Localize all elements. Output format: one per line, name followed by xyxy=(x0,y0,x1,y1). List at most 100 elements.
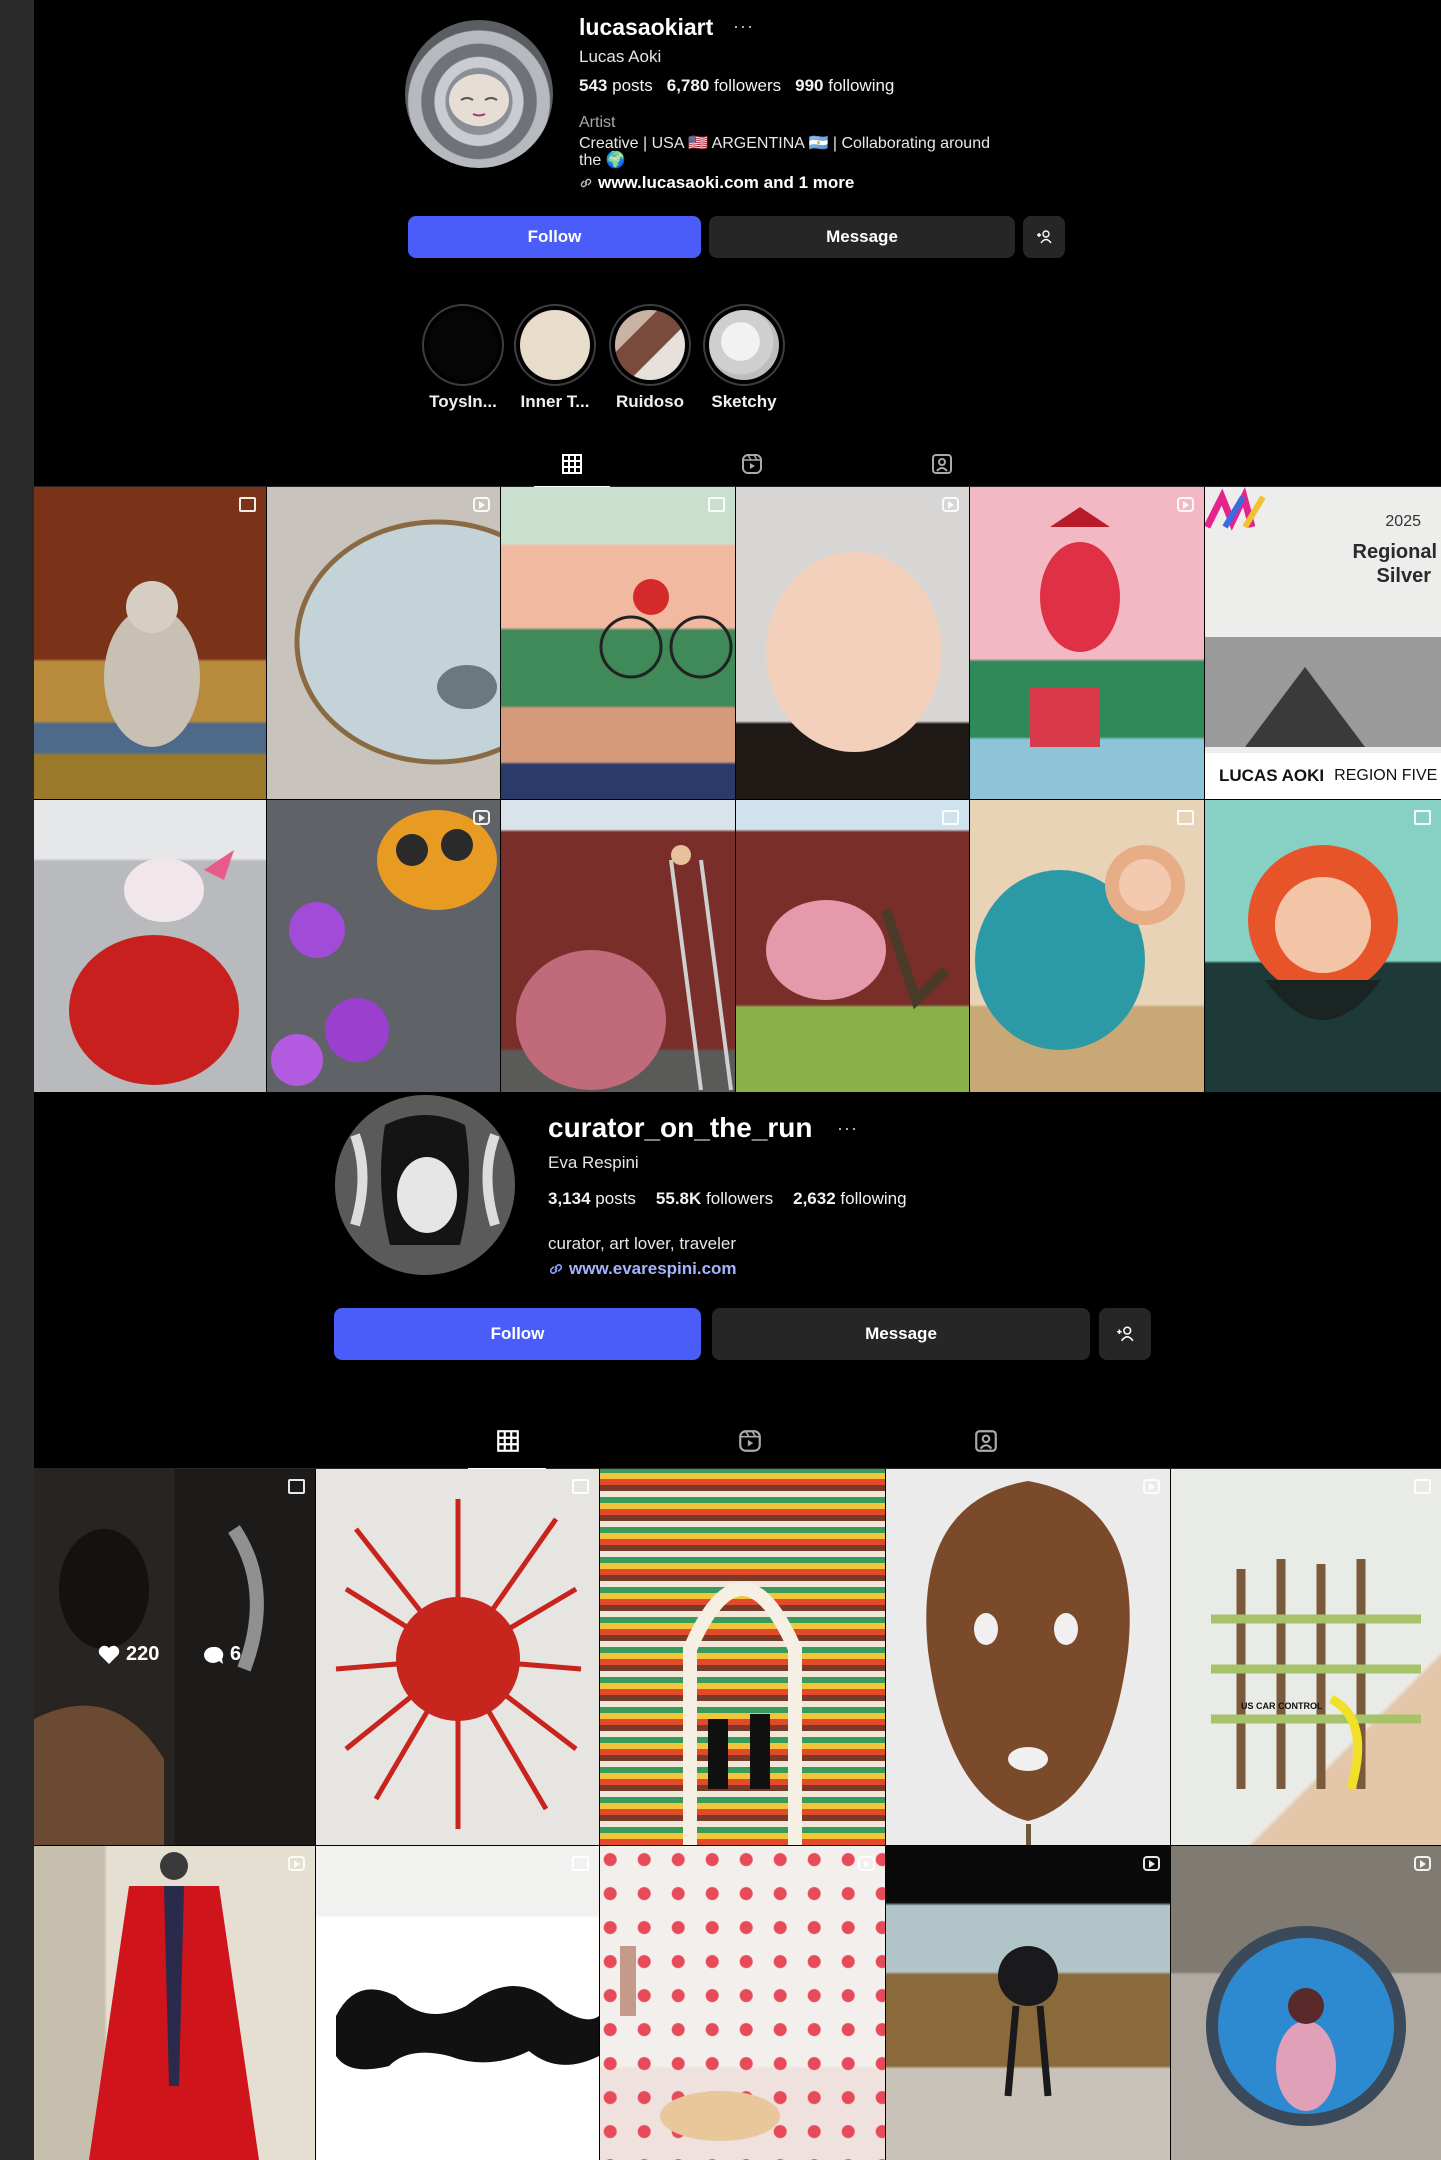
tile-artwork xyxy=(975,845,1185,1050)
more-options-icon[interactable]: ··· xyxy=(733,16,754,37)
comments-overlay: 6 xyxy=(202,1643,241,1666)
profile-stats: 543 posts 6,780 followers 990 following xyxy=(579,76,894,96)
tile-award-region-five[interactable]: 2025 Regional Silver LUCAS AOKI REGION F… xyxy=(1205,487,1441,799)
tile-sculpture-forest[interactable] xyxy=(34,487,266,799)
carousel-icon xyxy=(1177,810,1194,825)
tile-artwork xyxy=(104,581,200,747)
tab-reels[interactable] xyxy=(720,1414,780,1468)
profile-avatar[interactable] xyxy=(335,1095,515,1275)
follow-button[interactable]: Follow xyxy=(408,216,701,258)
tile-artwork xyxy=(620,1946,780,2141)
tile-sphere-sculpture[interactable] xyxy=(886,1846,1170,2160)
carousel-icon xyxy=(708,497,725,512)
tile-round-portal[interactable] xyxy=(1171,1846,1441,2160)
reels-icon xyxy=(742,454,762,474)
tagged-icon xyxy=(932,454,952,474)
tile-woven-sticks[interactable]: US CAR CONTROL xyxy=(1171,1469,1441,1845)
likes-count: 220 xyxy=(126,1643,160,1665)
profile-link[interactable]: www.lucasaoki.com and 1 more xyxy=(579,173,854,193)
tile-mural-bee[interactable] xyxy=(267,800,500,1092)
following-count[interactable]: 990 following xyxy=(795,76,894,96)
tile-artwork xyxy=(294,519,500,765)
story-highlight-2[interactable]: Inner T... xyxy=(510,304,600,412)
carousel-icon xyxy=(572,1479,589,1494)
reel-icon xyxy=(858,1856,875,1871)
award-line-2: Silver xyxy=(1376,565,1431,587)
link-icon xyxy=(580,178,592,188)
carousel-icon xyxy=(1414,1479,1431,1494)
follow-button[interactable]: Follow xyxy=(334,1308,701,1360)
tagged-icon xyxy=(975,1430,997,1452)
left-edge-bar xyxy=(0,0,34,2160)
suggest-people-button[interactable] xyxy=(1099,1308,1151,1360)
tile-striped-room[interactable] xyxy=(600,1469,885,1845)
highlight-cover xyxy=(428,310,498,380)
tile-red-robe[interactable] xyxy=(34,1846,315,2160)
more-options-icon[interactable]: ··· xyxy=(837,1118,858,1139)
tab-reels[interactable] xyxy=(722,440,782,486)
tile-red-spike-mask[interactable] xyxy=(316,1469,599,1845)
tile-mural-barn-deer[interactable] xyxy=(736,800,969,1092)
followers-count[interactable]: 55.8K followers xyxy=(656,1189,773,1209)
profile-avatar[interactable] xyxy=(405,20,553,168)
highlight-label: Ruidoso xyxy=(616,392,684,411)
tile-mirror[interactable] xyxy=(267,487,500,799)
story-highlight-1[interactable]: ToysIn... xyxy=(418,304,508,412)
tab-posts[interactable] xyxy=(468,1414,546,1471)
tab-tagged[interactable] xyxy=(956,1414,1016,1468)
tile-polka-dot-room[interactable] xyxy=(600,1846,885,2160)
carousel-icon xyxy=(572,1856,589,1871)
tile-artwork xyxy=(766,552,942,752)
profile-link-text: www.lucasaoki.com and 1 more xyxy=(598,173,855,192)
highlight-label: Inner T... xyxy=(520,392,590,411)
tile-mural-barn-ladder[interactable] xyxy=(501,800,735,1092)
link-icon xyxy=(550,1264,562,1274)
add-person-icon xyxy=(1117,1326,1134,1342)
highlight-ring xyxy=(514,304,596,386)
profile-link[interactable]: www.evarespini.com xyxy=(548,1259,737,1279)
add-person-icon xyxy=(1037,230,1052,244)
award-footer: LUCAS AOKI REGION FIVE xyxy=(1205,753,1441,799)
highlight-label: ToysIn... xyxy=(429,392,497,411)
reel-icon xyxy=(473,497,490,512)
tile-painting-red-rider[interactable] xyxy=(970,487,1204,799)
profile-username: lucasaokiart xyxy=(579,14,714,40)
tab-tagged[interactable] xyxy=(912,440,972,486)
award-line-1: Regional xyxy=(1352,541,1437,563)
posts-count: 543 posts xyxy=(579,76,653,95)
following-count[interactable]: 2,632 following xyxy=(793,1189,906,1209)
tile-artwork xyxy=(926,1481,1130,1845)
heart-icon xyxy=(98,1645,120,1664)
tile-mural-blue-creature[interactable] xyxy=(970,800,1204,1092)
message-button[interactable]: Message xyxy=(712,1308,1090,1360)
hover-dim xyxy=(34,1469,315,1845)
tab-posts[interactable] xyxy=(534,440,610,488)
tile-black-ink-shape[interactable] xyxy=(316,1846,599,2160)
highlight-label: Sketchy xyxy=(711,392,777,411)
reel-icon xyxy=(1177,497,1194,512)
tile-artwork xyxy=(766,900,950,1010)
followers-count[interactable]: 6,780 followers xyxy=(667,76,781,96)
avatar-illustration xyxy=(335,1095,515,1275)
tile-artwork xyxy=(335,1499,582,1829)
tape-text: US CAR CONTROL xyxy=(1241,1701,1323,1711)
tile-mural-bicycle[interactable] xyxy=(501,487,735,799)
tile-artwork xyxy=(1030,507,1120,747)
tile-wooden-mask[interactable] xyxy=(886,1469,1170,1845)
tile-artwork xyxy=(1206,1926,1406,2126)
reels-icon xyxy=(739,1430,761,1452)
story-highlight-3[interactable]: Ruidoso xyxy=(605,304,695,412)
tile-mural-red-creature[interactable] xyxy=(34,800,266,1092)
tile-photo-figures[interactable]: 220 6 xyxy=(34,1469,315,1845)
tile-mural-sun-face[interactable] xyxy=(1205,800,1441,1092)
tile-artwork xyxy=(1248,845,1398,1020)
comment-icon xyxy=(204,1646,224,1664)
suggest-people-button[interactable] xyxy=(1023,216,1065,258)
reel-icon xyxy=(473,810,490,825)
tile-artwork xyxy=(89,1852,259,2160)
message-button[interactable]: Message xyxy=(709,216,1015,258)
tile-soft-sculpture[interactable] xyxy=(736,487,969,799)
profile-category: Artist xyxy=(579,114,616,131)
story-highlight-4[interactable]: Sketchy xyxy=(699,304,789,412)
tile-artwork xyxy=(683,1582,802,1845)
